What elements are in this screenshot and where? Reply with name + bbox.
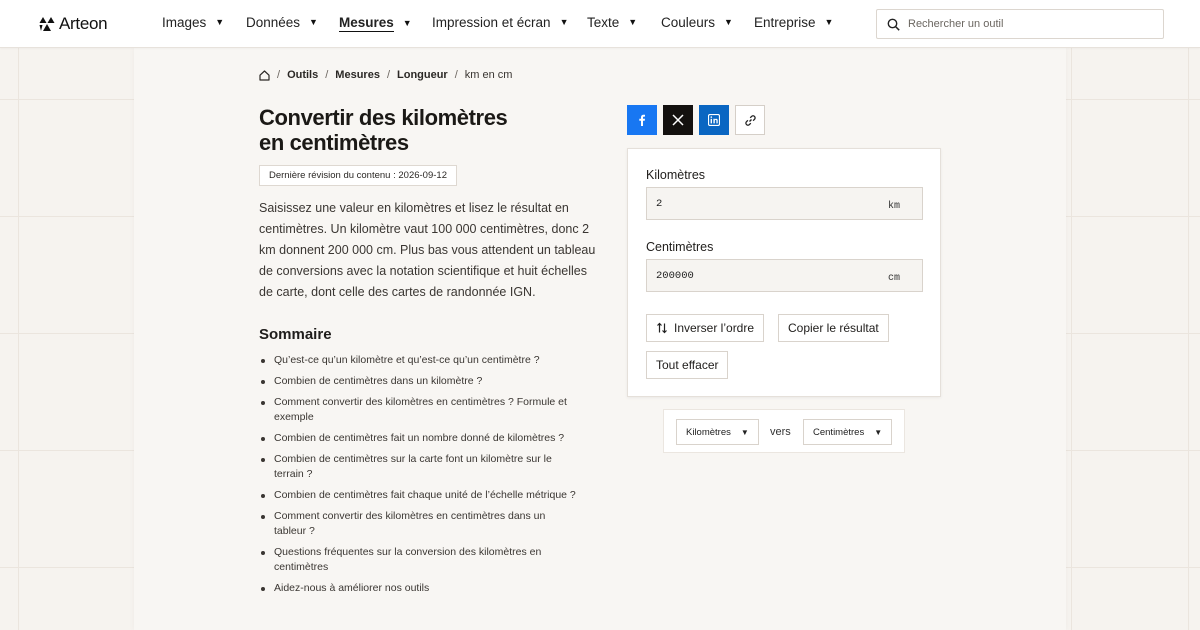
centimetres-unit: cm: [887, 273, 900, 284]
nav-item-entreprise[interactable]: Entreprise ▼: [754, 15, 833, 30]
caret-down-icon: ▼: [724, 16, 733, 27]
facebook-icon: [639, 114, 645, 126]
to-unit-value: Centimètres: [813, 426, 865, 438]
search-box[interactable]: [876, 9, 1164, 39]
caret-down-icon: ▼: [215, 16, 225, 27]
share-facebook-button[interactable]: [627, 105, 657, 135]
nav-item-impression-ecran[interactable]: Impression et écran ▼: [432, 15, 568, 30]
nav-item-images[interactable]: Images ▼: [162, 15, 224, 30]
top-navigation-bar: Arteon Images ▼ Données ▼ Mesures ▼ Impr…: [0, 0, 1200, 48]
converter-card: Kilomètres km Centimètres cm Inverser l’…: [627, 148, 941, 397]
brand-name: Arteon: [59, 14, 108, 33]
intro-paragraph: Saisissez une valeur en kilomètres et li…: [259, 201, 596, 299]
linkedin-icon: [708, 114, 720, 126]
kilometres-input[interactable]: [656, 188, 856, 219]
toc-item[interactable]: Combien de centimètres sur la carte font…: [259, 452, 574, 482]
nav-label: Images: [162, 15, 207, 30]
swap-order-label: Inverser l’ordre: [674, 321, 755, 335]
swap-order-button[interactable]: Inverser l’ordre: [646, 314, 765, 342]
toc-item[interactable]: Comment convertir des kilomètres en cent…: [259, 395, 574, 425]
caret-down-icon: ▼: [559, 16, 569, 27]
breadcrumb-separator: /: [386, 69, 390, 81]
share-buttons: [627, 105, 765, 135]
kilometres-unit: km: [887, 201, 900, 212]
swap-icon: [657, 322, 667, 334]
summary-heading: Sommaire: [259, 326, 332, 343]
breadcrumb-current: km en cm: [464, 69, 513, 81]
nav-item-couleurs[interactable]: Couleurs ▼: [661, 15, 733, 30]
breadcrumb-separator: /: [325, 69, 329, 81]
page-title-line-2: en centimètres: [259, 130, 409, 155]
nav-label: Impression et écran: [432, 15, 551, 30]
breadcrumb-item-mesures[interactable]: Mesures: [335, 69, 380, 81]
breadcrumb: / Outils / Mesures / Longueur / km en cm: [259, 69, 512, 81]
clear-all-label: Tout effacer: [656, 358, 719, 372]
from-unit-select[interactable]: Kilomètres ▼: [676, 419, 759, 445]
toc-item[interactable]: Aidez-nous à améliorer nos outils: [259, 581, 604, 596]
breadcrumb-item-outils[interactable]: Outils: [287, 69, 318, 81]
copy-result-label: Copier le résultat: [788, 321, 879, 335]
caret-down-icon: ▼: [628, 16, 638, 27]
share-x-button[interactable]: [663, 105, 693, 135]
breadcrumb-separator: /: [454, 69, 458, 81]
brand-logo[interactable]: Arteon: [39, 14, 108, 34]
copy-link-button[interactable]: [735, 105, 765, 135]
toc-item[interactable]: Combien de centimètres fait chaque unité…: [259, 488, 604, 503]
toc-item[interactable]: Combien de centimètres dans un kilomètre…: [259, 374, 604, 389]
page-title-line-1: Convertir des kilomètres: [259, 105, 508, 130]
logo-mark-icon: [39, 17, 55, 31]
x-icon: [672, 114, 684, 126]
toc-item[interactable]: Comment convertir des kilomètres en cent…: [259, 509, 574, 539]
toc-item[interactable]: Qu’est-ce qu’un kilomètre et qu’est-ce q…: [259, 353, 604, 368]
link-icon: [744, 114, 756, 126]
caret-down-icon: ▼: [402, 17, 412, 28]
nav-label: Texte: [587, 15, 620, 30]
nav-item-donnees[interactable]: Données ▼: [246, 15, 318, 30]
nav-label: Entreprise: [754, 15, 816, 30]
toc-item[interactable]: Combien de centimètres fait un nombre do…: [259, 431, 604, 446]
home-icon[interactable]: [259, 69, 270, 81]
nav-label: Données: [246, 15, 301, 30]
caret-down-icon: ▼: [740, 427, 749, 437]
nav-label: Couleurs: [661, 15, 716, 30]
share-linkedin-button[interactable]: [699, 105, 729, 135]
nav-item-mesures[interactable]: Mesures ▼: [339, 15, 412, 32]
unit-selector-bar: Kilomètres ▼ vers Centimètres ▼: [663, 409, 905, 453]
centimetres-input[interactable]: [656, 260, 856, 291]
kilometres-field[interactable]: km: [646, 187, 923, 220]
to-unit-select[interactable]: Centimètres ▼: [803, 419, 893, 445]
search-input[interactable]: [908, 18, 1148, 30]
copy-result-button[interactable]: Copier le résultat: [778, 314, 889, 342]
table-of-contents: Qu’est-ce qu’un kilomètre et qu’est-ce q…: [259, 353, 604, 602]
caret-down-icon: ▼: [824, 16, 834, 27]
nav-item-texte[interactable]: Texte ▼: [587, 15, 637, 30]
centimetres-label: Centimètres: [646, 240, 714, 254]
toc-item[interactable]: Questions fréquentes sur la conversion d…: [259, 545, 559, 575]
caret-down-icon: ▼: [874, 427, 883, 437]
caret-down-icon: ▼: [309, 16, 318, 27]
nav-label: Mesures: [339, 15, 394, 32]
revision-badge: Dernière révision du contenu : 2026-09-1…: [259, 165, 457, 186]
search-icon: [887, 18, 900, 31]
from-unit-value: Kilomètres: [686, 426, 731, 438]
breadcrumb-item-longueur[interactable]: Longueur: [397, 69, 448, 81]
centimetres-field[interactable]: cm: [646, 259, 923, 292]
unit-connector: vers: [770, 426, 791, 438]
breadcrumb-separator: /: [277, 69, 281, 81]
clear-all-button[interactable]: Tout effacer: [646, 351, 729, 379]
page-title: Convertir des kilomètres en centimètres: [259, 105, 579, 155]
kilometres-label: Kilomètres: [646, 168, 706, 182]
